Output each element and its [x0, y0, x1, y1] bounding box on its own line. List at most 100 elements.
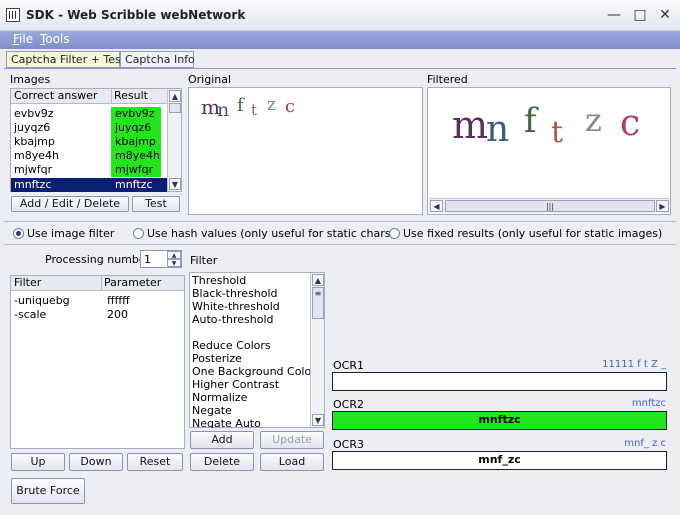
captcha-char: n: [217, 99, 229, 121]
scroll-down-icon[interactable]: ▼: [312, 414, 324, 426]
tab-captcha-filter-test[interactable]: Captcha Filter + Test: [6, 51, 125, 68]
list-item[interactable]: Posterize: [192, 352, 242, 366]
list-item[interactable]: Higher Contrast: [192, 378, 279, 392]
processing-number-spinner[interactable]: 1 ▲ ▼: [140, 250, 182, 268]
list-item[interactable]: Black-threshold: [192, 287, 278, 301]
list-item[interactable]: White-threshold: [192, 300, 280, 314]
col-filter[interactable]: Filter: [14, 276, 41, 290]
filtered-captcha-image: m n f t z c: [430, 89, 668, 169]
ocr1-result-field[interactable]: [332, 372, 667, 391]
answer-cell: mjwfqr: [14, 163, 53, 176]
scroll-thumb[interactable]: [169, 103, 181, 113]
reset-button[interactable]: Reset: [127, 453, 183, 471]
processing-number-value: 1: [144, 253, 151, 266]
original-label: Original: [188, 73, 232, 86]
table-row[interactable]: -scale 200: [11, 308, 184, 322]
parameter-cell: ffffff: [107, 294, 130, 307]
list-item[interactable]: Threshold: [192, 274, 246, 288]
window-title: SDK - Web Scribble webNetwork: [26, 8, 246, 22]
spinner-up-icon[interactable]: ▲: [167, 251, 181, 259]
table-row[interactable]: evbv9z evbv9z: [11, 107, 167, 121]
images-table: Correct answer Result evbv9z evbv9z juyq…: [10, 88, 182, 192]
table-row[interactable]: juyqz6 juyqz6: [11, 121, 167, 135]
title-bar: SDK - Web Scribble webNetwork — □ ✕: [0, 0, 680, 31]
filtered-image-panel: m n f t z c ◀ ||| ▶: [427, 87, 671, 215]
original-image-panel: m n f t z c: [188, 87, 423, 215]
radio-fixed-results[interactable]: [389, 228, 400, 239]
filtered-hscrollbar[interactable]: ◀ ||| ▶: [429, 198, 669, 213]
captcha-char: z: [585, 101, 602, 139]
scroll-up-icon[interactable]: ▲: [312, 274, 324, 286]
list-item[interactable]: Negate Auto: [192, 417, 261, 428]
ocr1-label: OCR1: [333, 359, 364, 372]
divider: [4, 244, 676, 245]
result-cell: mnftzc: [115, 178, 153, 191]
spinner-down-icon[interactable]: ▼: [167, 259, 181, 267]
add-edit-delete-button[interactable]: Add / Edit / Delete: [11, 196, 129, 212]
scroll-up-icon[interactable]: ▲: [169, 90, 181, 102]
captcha-char: z: [267, 95, 276, 115]
filtered-label: Filtered: [427, 73, 468, 86]
add-filter-button[interactable]: Add: [190, 431, 254, 449]
captcha-char: m: [452, 103, 488, 147]
filter-list: Threshold Black-threshold White-threshol…: [189, 272, 325, 428]
list-item[interactable]: Normalize: [192, 391, 247, 405]
menu-bar: File Tools: [0, 31, 680, 49]
radio-image-filter[interactable]: [13, 228, 24, 239]
col-parameter[interactable]: Parameter: [104, 276, 161, 290]
ocr3-result-field[interactable]: mnf_zc: [332, 451, 667, 470]
table-row-selected[interactable]: mnftzc mnftzc: [11, 178, 167, 192]
maximize-button[interactable]: □: [631, 7, 649, 23]
tab-captcha-info[interactable]: Captcha Info: [120, 51, 195, 68]
filter-cell: -uniquebg: [14, 294, 70, 307]
filter-list-scrollbar[interactable]: ▲ ≡ ▼: [310, 273, 324, 427]
delete-filter-button[interactable]: Delete: [190, 453, 254, 471]
list-item[interactable]: Auto-threshold: [192, 313, 274, 327]
tab-divider: [4, 68, 676, 69]
load-filter-button[interactable]: Load: [260, 453, 324, 471]
scroll-left-icon[interactable]: ◀: [430, 200, 443, 212]
ocr3-raw-result: mnf_ z c: [624, 438, 666, 449]
ocr3-label: OCR3: [333, 438, 364, 451]
captcha-char: t: [251, 101, 257, 119]
scroll-thumb[interactable]: ≡: [312, 287, 324, 319]
filter-list-label: Filter: [190, 254, 218, 267]
answer-cell: m8ye4h: [14, 149, 59, 162]
parameter-cell: 200: [107, 308, 128, 321]
list-item[interactable]: Reduce Colors: [192, 339, 271, 353]
col-result[interactable]: Result: [114, 89, 148, 103]
result-cell: kbajmp: [111, 135, 161, 149]
table-row[interactable]: kbajmp kbajmp: [11, 135, 167, 149]
app-icon: [6, 8, 20, 22]
table-row[interactable]: mjwfqr mjwfqr: [11, 163, 167, 177]
captcha-char: c: [620, 103, 640, 144]
update-filter-button[interactable]: Update: [260, 431, 324, 449]
radio-hash-values[interactable]: [133, 228, 144, 239]
scroll-right-icon[interactable]: ▶: [656, 200, 669, 212]
table-row[interactable]: m8ye4h m8ye4h: [11, 149, 167, 163]
original-captcha-image: m n f t z c: [191, 90, 316, 129]
menu-tools[interactable]: Tools: [40, 32, 70, 46]
brute-force-button[interactable]: Brute Force: [11, 478, 85, 504]
result-cell: evbv9z: [111, 107, 161, 121]
list-item[interactable]: One Background Color: [192, 365, 316, 379]
test-button[interactable]: Test: [132, 196, 180, 212]
result-cell: m8ye4h: [111, 149, 161, 163]
processing-number-label: Processing number: [45, 253, 151, 266]
col-correct-answer[interactable]: Correct answer: [14, 89, 97, 103]
down-button[interactable]: Down: [69, 453, 123, 471]
menu-file[interactable]: File: [13, 32, 33, 46]
images-scrollbar[interactable]: ▲ ▼: [167, 89, 181, 191]
ocr2-result-field[interactable]: mnftzc: [332, 411, 667, 430]
divider: [4, 221, 676, 222]
up-button[interactable]: Up: [11, 453, 65, 471]
minimize-button[interactable]: —: [605, 7, 623, 23]
scroll-down-icon[interactable]: ▼: [169, 178, 181, 190]
filter-parameter-table: Filter Parameter -uniquebg ffffff -scale…: [10, 275, 185, 449]
ocr2-label: OCR2: [333, 398, 364, 411]
table-row[interactable]: -uniquebg ffffff: [11, 294, 184, 308]
list-item[interactable]: Negate: [192, 404, 232, 418]
close-button[interactable]: ✕: [656, 7, 674, 23]
captcha-char: t: [551, 115, 563, 150]
scroll-thumb[interactable]: |||: [445, 200, 655, 212]
